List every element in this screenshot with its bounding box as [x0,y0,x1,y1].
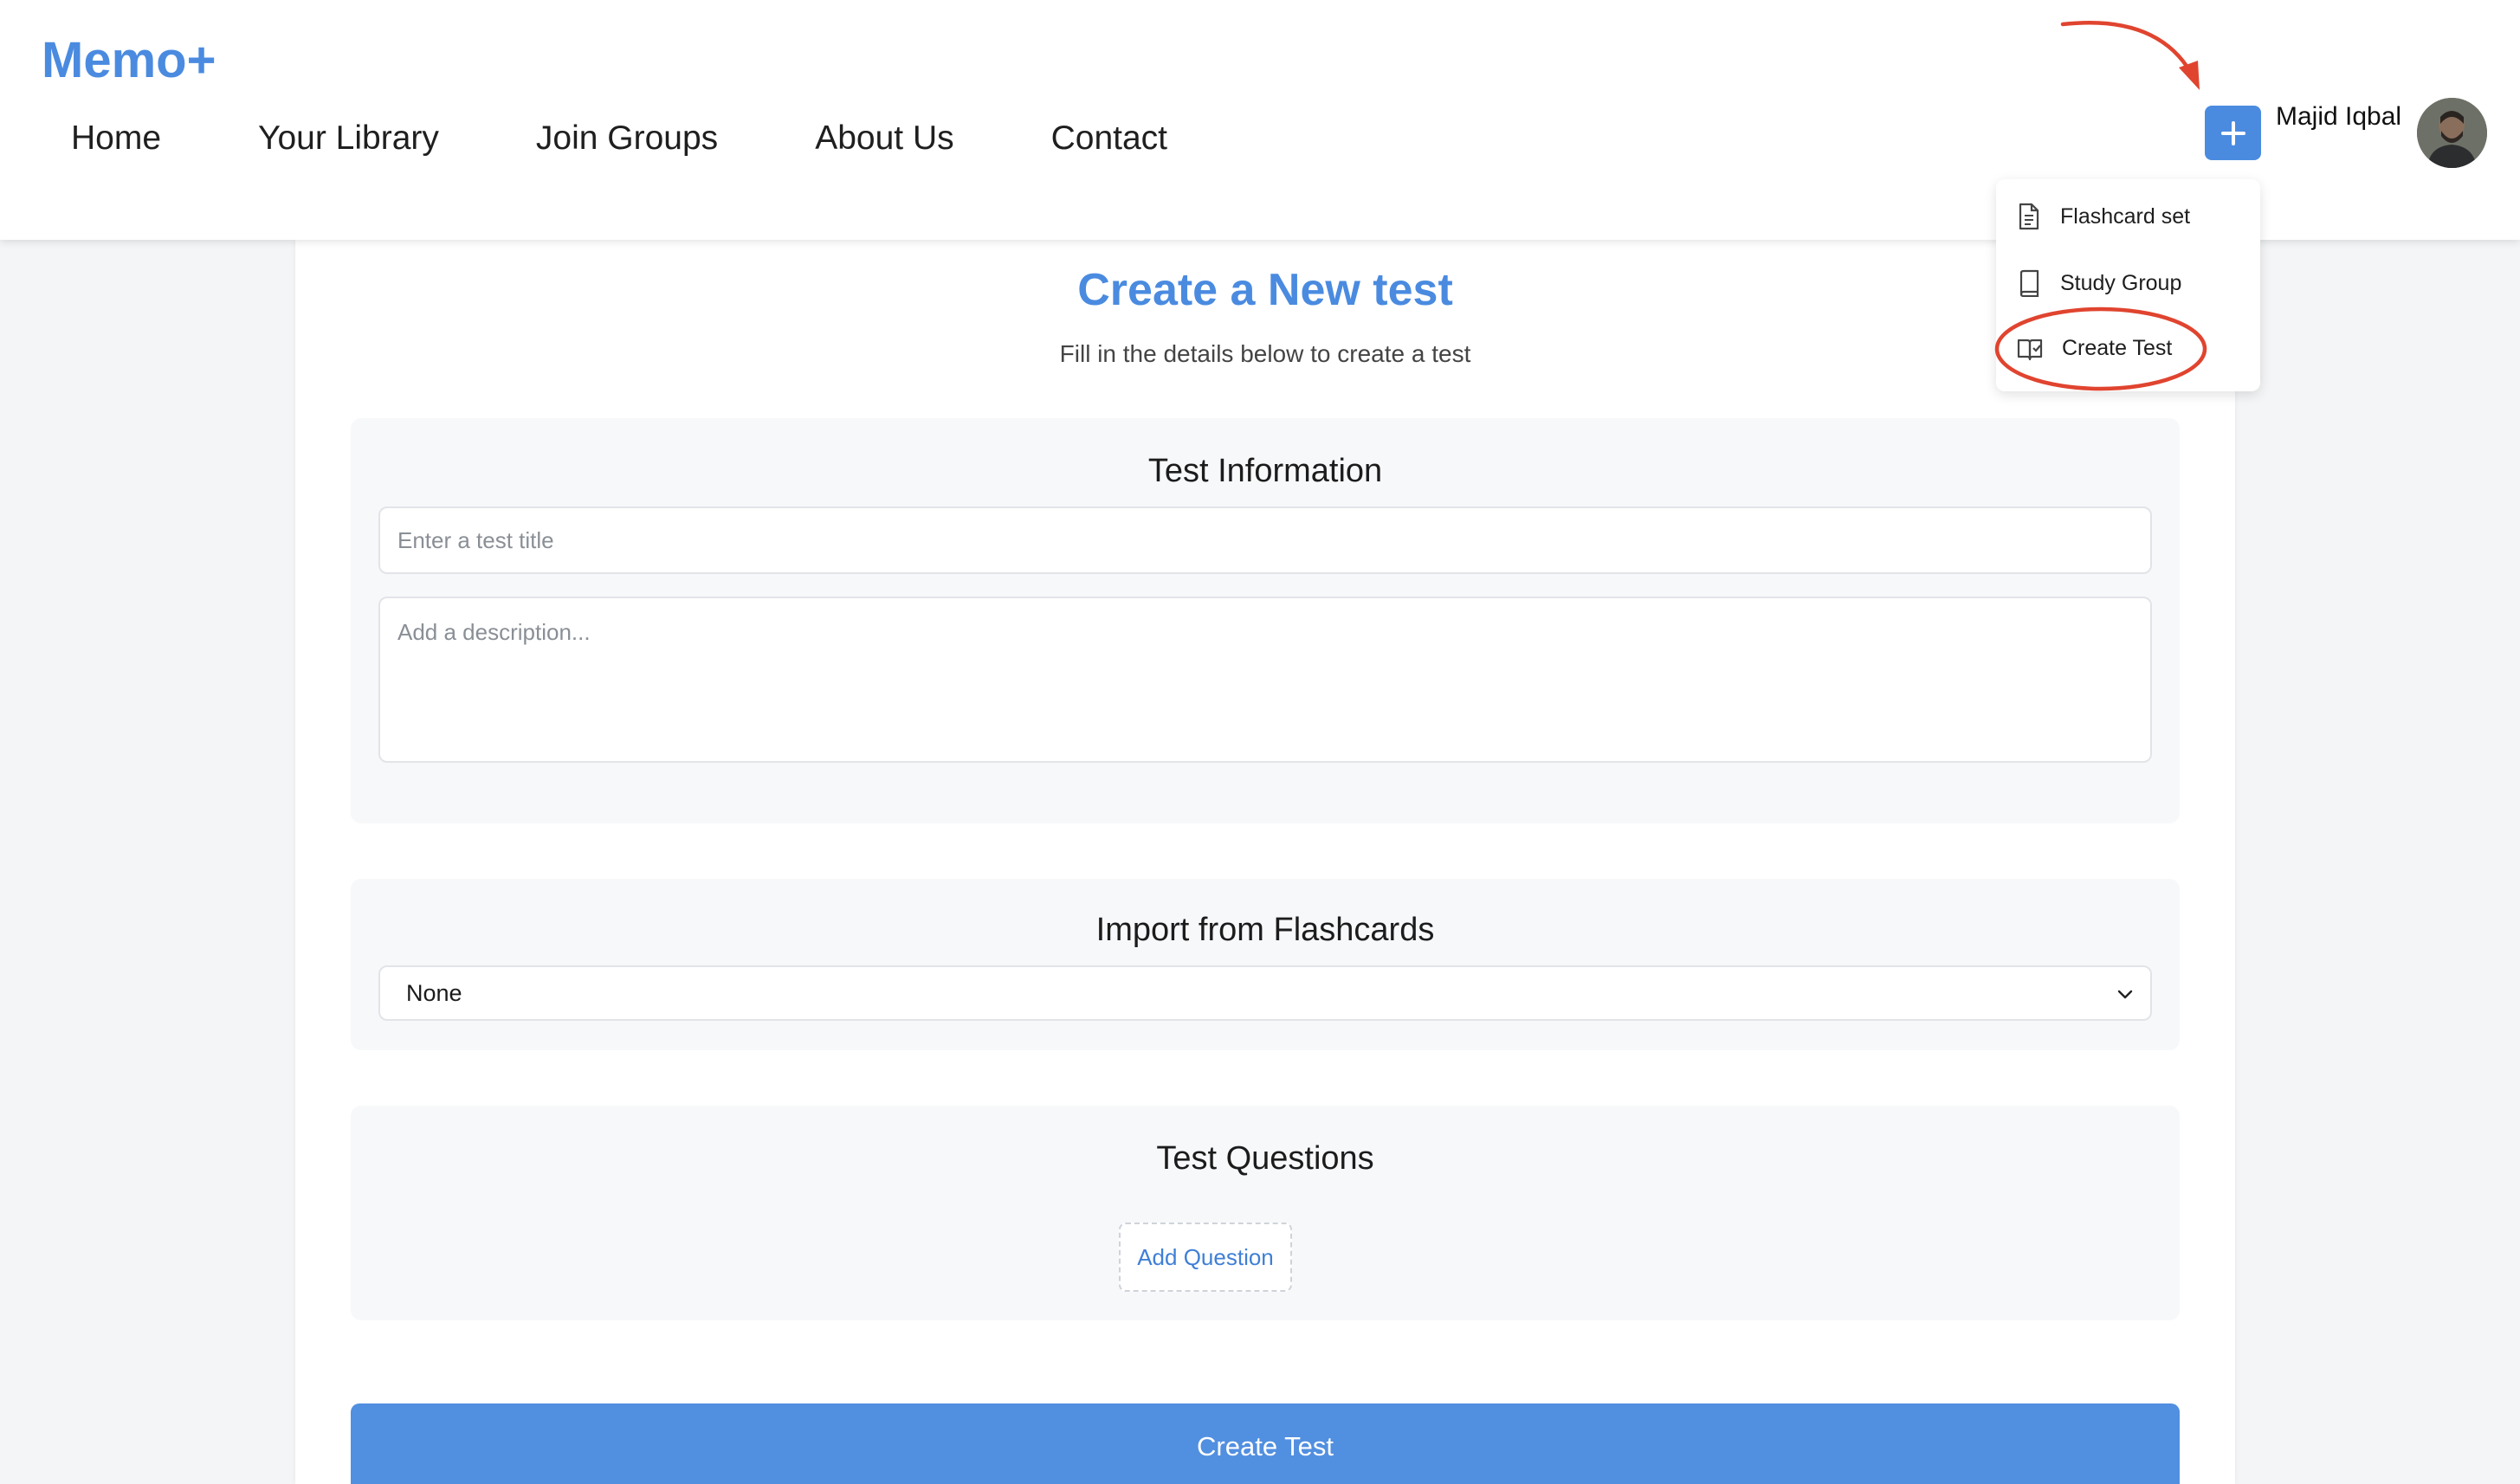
section-heading: Test Questions [1156,1140,1374,1177]
create-new-button[interactable] [2205,106,2261,160]
menu-item-label: Flashcard set [2060,203,2191,229]
chevron-down-icon [2117,990,2133,999]
create-test-card: Create a New test Fill in the details be… [295,240,2235,1484]
menu-item-study-group[interactable]: Study Group [2017,269,2181,297]
book-icon [2019,269,2039,297]
menu-item-flashcard-set[interactable]: Flashcard set [2017,203,2190,230]
section-heading: Import from Flashcards [1095,912,1435,948]
logo[interactable]: Memo+ [42,31,216,89]
menu-item-label: Study Group [2060,270,2182,295]
add-question-button[interactable]: Add Question [1119,1223,1292,1292]
user-name[interactable]: Majid Iqbal [2276,102,2401,132]
page-title: Create a New test [1077,265,1453,315]
test-information-section: Test Information [351,418,2180,823]
section-heading: Test Information [1147,453,1383,489]
test-icon [2017,339,2043,360]
create-dropdown-menu: Flashcard set Study Group Create Test [1996,179,2260,391]
create-test-button[interactable]: Create Test [351,1403,2180,1484]
menu-item-label: Create Test [2062,336,2173,360]
test-title-input[interactable] [378,506,2152,574]
flashcard-set-select[interactable]: None [378,965,2152,1021]
plus-icon [2220,120,2245,145]
document-icon [2019,203,2039,230]
avatar[interactable] [2417,98,2487,168]
nav-contact[interactable]: Contact [1051,116,1167,161]
nav-about-us[interactable]: About Us [815,116,953,161]
test-description-input[interactable] [378,597,2152,763]
nav-join-groups[interactable]: Join Groups [536,116,718,161]
menu-item-create-test[interactable]: Create Test [2017,336,2172,361]
nav-home[interactable]: Home [71,116,161,161]
main-nav: Home Your Library Join Groups About Us C… [71,116,1264,161]
nav-your-library[interactable]: Your Library [258,116,439,161]
page-subtitle: Fill in the details below to create a te… [1059,340,1471,367]
select-value: None [406,979,462,1006]
import-flashcards-section: Import from Flashcards None [351,879,2180,1050]
